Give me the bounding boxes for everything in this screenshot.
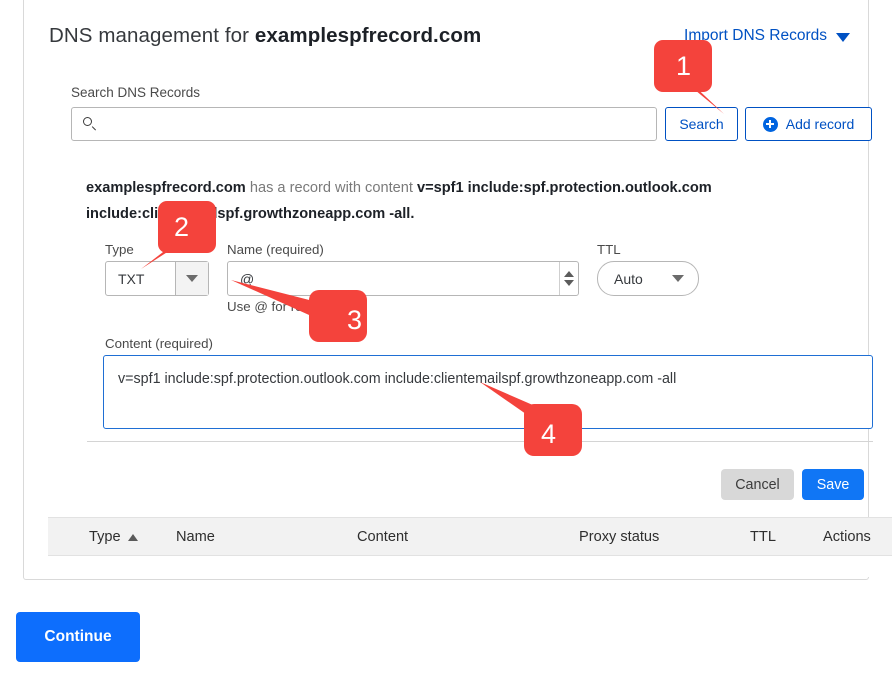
dns-management-card: DNS management for examplespfrecord.com …	[23, 0, 892, 580]
column-header-type[interactable]: Type	[89, 529, 138, 545]
records-table-body	[48, 556, 892, 577]
record-notice: examplespfrecord.com has a record with c…	[86, 175, 878, 227]
name-input-wrapper[interactable]	[227, 261, 579, 296]
type-select-arrow-button[interactable]	[175, 262, 208, 295]
type-label: Type	[105, 242, 134, 257]
page-title-prefix: DNS management for	[49, 24, 255, 47]
type-select[interactable]: TXT	[105, 261, 209, 296]
content-textarea-wrapper[interactable]: v=spf1 include:spf.protection.outlook.co…	[103, 355, 873, 429]
name-stepper[interactable]	[559, 262, 578, 295]
cancel-button[interactable]: Cancel	[721, 469, 794, 500]
page-title: DNS management for examplespfrecord.com	[49, 24, 481, 48]
import-dns-records-link[interactable]: Import DNS Records	[684, 27, 850, 45]
sort-ascending-icon[interactable]	[127, 534, 138, 541]
triangle-down-icon[interactable]	[564, 280, 574, 286]
column-header-type-label: Type	[89, 529, 121, 545]
save-button[interactable]: Save	[802, 469, 864, 500]
card-header: DNS management for examplespfrecord.com …	[49, 24, 850, 58]
column-header-content[interactable]: Content	[357, 529, 408, 545]
page-title-domain: examplespfrecord.com	[254, 24, 482, 47]
column-header-proxy-status[interactable]: Proxy status	[579, 529, 659, 545]
name-input[interactable]	[228, 270, 559, 287]
records-table-header: Type Name Content Proxy status TTL Actio…	[48, 517, 892, 556]
column-header-name[interactable]: Name	[176, 529, 215, 545]
name-label: Name (required)	[227, 242, 324, 257]
search-input-wrapper[interactable]	[71, 107, 657, 141]
add-record-button[interactable]: Add record	[745, 107, 872, 141]
name-hint: Use @ for root	[227, 299, 314, 314]
search-button[interactable]: Search	[665, 107, 738, 141]
add-record-label: Add record	[785, 116, 855, 132]
triangle-down-icon	[186, 275, 198, 282]
chevron-down-icon[interactable]	[836, 32, 850, 42]
record-notice-period: .	[410, 206, 415, 222]
search-icon	[83, 116, 98, 132]
ttl-select-value: Auto	[614, 270, 643, 287]
ttl-select[interactable]: Auto	[597, 261, 699, 296]
ttl-label: TTL	[597, 242, 621, 257]
record-notice-domain: examplespfrecord.com	[86, 180, 246, 196]
continue-button[interactable]: Continue	[16, 612, 140, 662]
plus-circle-icon	[762, 116, 778, 132]
search-label: Search DNS Records	[71, 85, 201, 100]
form-divider	[87, 441, 873, 442]
search-input[interactable]	[104, 116, 656, 132]
type-select-value: TXT	[118, 270, 145, 287]
triangle-up-icon[interactable]	[564, 271, 574, 277]
content-textarea[interactable]: v=spf1 include:spf.protection.outlook.co…	[104, 356, 872, 428]
triangle-down-icon	[672, 275, 684, 282]
column-header-ttl[interactable]: TTL	[750, 529, 776, 545]
column-header-actions[interactable]: Actions	[823, 529, 871, 545]
record-notice-middle: has a record with content	[245, 180, 417, 196]
import-dns-records-label: Import DNS Records	[684, 27, 827, 44]
content-label: Content (required)	[105, 336, 213, 351]
